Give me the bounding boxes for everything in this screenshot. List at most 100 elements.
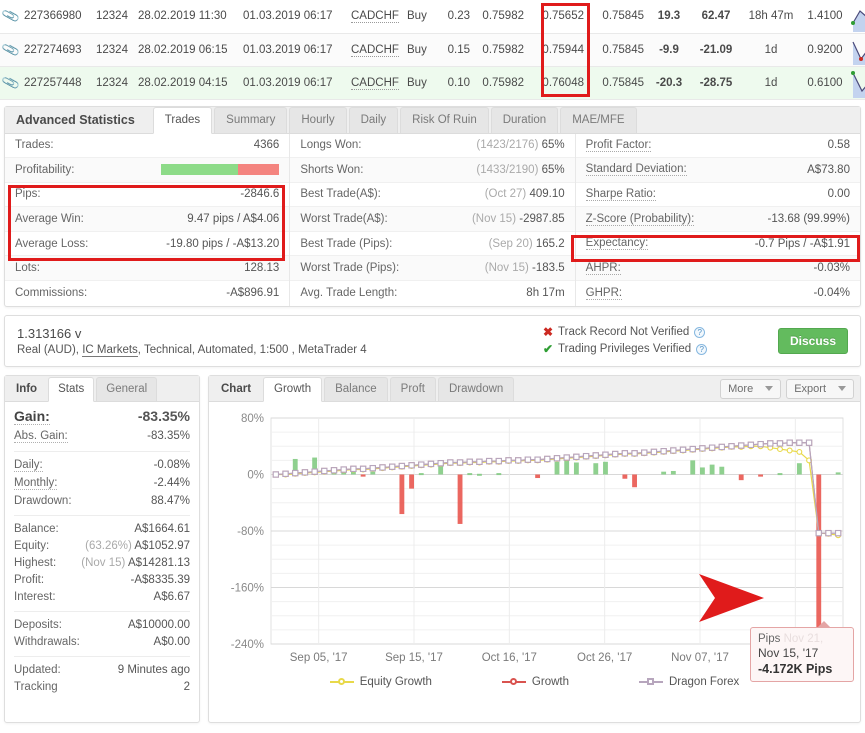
trade-action: Buy [405,33,438,67]
info-value: -A$8335.39 [130,574,190,587]
info-withdrawals: Withdrawals: A$0.00 [14,634,190,651]
info-value: -83.35% [137,408,190,425]
export-button[interactable]: Export [786,378,854,399]
help-icon[interactable]: ? [694,326,706,338]
svg-text:Oct 16, '17: Oct 16, '17 [482,652,537,664]
chevron-down-icon [838,386,846,392]
more-button[interactable]: More [720,378,782,399]
stat-muted: (Oct 27) [484,188,527,201]
info-value: (63.26%) A$1052.97 [85,540,190,552]
trade-symbol-link[interactable]: CADCHF [351,10,399,24]
tab-mae-mfe[interactable]: MAE/MFE [560,106,637,133]
info-highest: Highest: (Nov 15) A$14281.13 [14,555,190,572]
stat-value: -0.7 Pips / -A$1.91 [754,237,850,250]
trade-profit: 62.47 [692,0,740,34]
trade-profit: -21.09 [692,33,740,67]
stat-value: -0.03% [813,262,850,275]
legend-label: Growth [531,675,569,688]
stat-label: Average Win: [15,213,84,226]
chart-tooltip: Pips Nov 21, Nov 15, '17 -4.172K Pips [750,620,854,682]
legend-item-growth[interactable]: Growth [501,675,569,688]
legend-dot [337,678,345,686]
stat-label: Standard Deviation: [585,163,687,177]
info-value: A$0.00 [153,636,190,649]
tab-hourly[interactable]: Hourly [289,106,347,133]
tab-growth[interactable]: Growth [263,376,323,402]
stats-column-1: Trades: 4366 Profitability: Pips: -2846.… [5,133,291,306]
stat-muted: (Nov 15) [471,213,517,226]
stat-label: Lots: [15,262,40,275]
tab-stats[interactable]: Stats [48,376,95,402]
tab-general[interactable]: General [96,376,158,401]
chart-action-buttons: More Export [720,378,854,399]
stat-number: -2987.85 [519,213,565,226]
tab-info[interactable]: Info [7,378,46,401]
stat-value: -2846.6 [240,188,280,201]
tab-balance[interactable]: Balance [324,376,388,401]
stat-value: (1433/2190) 65% [476,164,564,176]
trade-sparkline [848,33,865,67]
stat-label: Avg. Trade Length: [300,287,398,300]
svg-text:-80%: -80% [237,526,264,538]
info-label: Monthly: [14,477,58,491]
svg-text:80%: 80% [241,413,264,425]
legend-item-equity-growth[interactable]: Equity Growth [329,676,432,688]
tab-risk-of-ruin[interactable]: Risk Of Ruin [400,106,489,133]
info-label: Daily: [14,459,43,473]
legend-marker [639,677,663,687]
paperclip-icon: 📎 [0,72,21,92]
tab-trades[interactable]: Trades [152,106,213,134]
paperclip-icon-cell: 📎 [0,66,22,100]
tab-drawdown[interactable]: Drawdown [437,376,515,401]
info-value: 2 [183,681,190,694]
stat-label: Pips: [15,188,41,201]
sparkline-chart [851,71,865,98]
stat-commissions: Commissions: -A$896.91 [5,281,289,306]
stat-label: Worst Trade(A$): [300,213,388,226]
info-monthly: Monthly: -2.44% [14,475,190,493]
profitability-bar [161,164,280,176]
tab-daily[interactable]: Daily [348,106,399,133]
trades-table: 📎 227366980 12324 28.02.2019 11:30 01.03… [0,0,865,100]
broker-link[interactable]: IC Markets [82,343,138,357]
growth-chart[interactable]: 80% 0% -80% -160% -240% Sep 05, '17 Sep 15, '1… [209,402,860,696]
trade-symbol[interactable]: CADCHF [349,0,405,34]
tooltip-faint-date: Nov 21, [783,632,824,645]
discuss-button[interactable]: Discuss [777,327,848,354]
stat-avg-trade-length: Avg. Trade Length: 8h 17m [290,281,574,306]
stat-value: -19.80 pips / -A$13.20 [166,237,280,250]
stat-value: -13.68 (99.99%) [767,213,850,226]
info-drawdown: Drawdown: 88.47% [14,493,190,510]
stat-number: 165.2 [535,237,565,250]
stat-label: Commissions: [15,287,88,300]
tab-duration[interactable]: Duration [490,106,559,133]
trade-action: Buy [405,66,438,100]
trade-action: Buy [405,0,438,34]
tab-summary[interactable]: Summary [214,106,288,133]
trade-ticket: 227257448 [22,66,94,100]
help-icon[interactable]: ? [696,343,708,355]
info-label: Updated: [14,664,61,677]
trade-symbol-link[interactable]: CADCHF [351,43,399,57]
table-row[interactable]: 📎 227257448 12324 28.02.2019 04:15 01.03… [0,66,865,100]
stat-label: Trades: [15,139,54,152]
info-value: (Nov 15) A$14281.13 [81,557,190,569]
chart-panel-title: Chart [221,382,252,395]
trade-gain: 0.9200 [802,33,848,67]
stat-label: Profitability: [15,163,75,176]
legend-item-dragon-forex[interactable]: Dragon Forex [639,676,739,688]
trade-open-time: 28.02.2019 11:30 [136,0,241,34]
chart-tabs: Chart Growth Balance Proft Drawdown More… [209,375,860,402]
stat-worst-trade-pips: Worst Trade (Pips): (Nov 15) -183.5 [290,256,575,282]
trade-duration: 18h 47m [740,0,802,34]
trade-lots: 0.23 [438,0,472,34]
trade-symbol[interactable]: CADCHF [349,33,405,67]
stat-value: 128.13 [244,262,280,275]
trades-table-body: 📎 227366980 12324 28.02.2019 11:30 01.03… [0,0,865,100]
table-row[interactable]: 📎 227274693 12324 28.02.2019 06:15 01.03… [0,33,865,67]
tab-profit[interactable]: Proft [389,376,436,401]
info-label: Equity: [14,540,50,553]
trade-symbol-link[interactable]: CADCHF [351,76,399,90]
trade-symbol[interactable]: CADCHF [349,66,405,100]
table-row[interactable]: 📎 227366980 12324 28.02.2019 11:30 01.03… [0,0,865,34]
